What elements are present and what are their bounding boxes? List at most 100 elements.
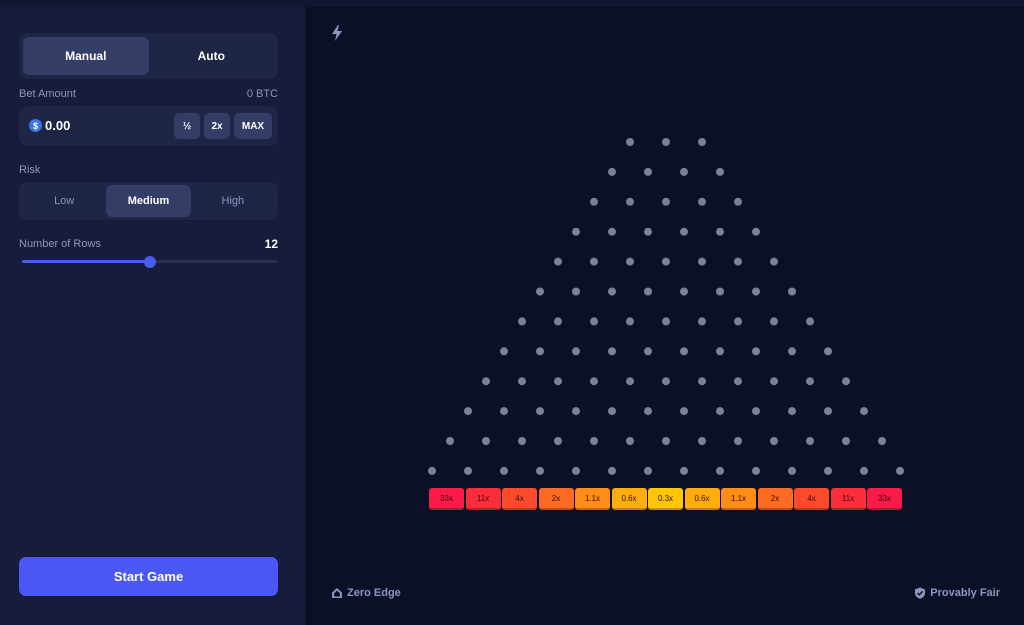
peg (482, 437, 490, 445)
peg (626, 138, 634, 146)
peg (734, 317, 742, 326)
risk-low-button[interactable]: Low (22, 185, 106, 217)
peg (662, 197, 670, 206)
peg (698, 437, 706, 445)
peg (752, 287, 760, 296)
multiplier-bucket: 11x (465, 488, 501, 510)
peg (572, 287, 580, 296)
multiplier-bucket: 2x (757, 488, 793, 510)
peg (680, 347, 688, 356)
peg (806, 377, 814, 386)
peg (554, 377, 562, 386)
mode-toggle: Manual Auto (19, 33, 278, 79)
half-bet-button[interactable]: ½ (174, 113, 200, 139)
multiplier-bucket: 1.1x (575, 488, 610, 510)
peg (554, 317, 562, 326)
peg (734, 437, 742, 445)
peg (572, 466, 580, 475)
provably-fair-label: Provably Fair (930, 587, 1000, 599)
peg (608, 466, 616, 475)
peg (536, 287, 544, 296)
multiplier-bucket: 2x (538, 488, 574, 510)
multiplier-bucket: 33x (429, 488, 464, 510)
peg (680, 466, 688, 475)
peg (698, 197, 706, 206)
peg (572, 407, 580, 416)
peg (608, 287, 616, 296)
peg (464, 407, 472, 416)
double-bet-button[interactable]: 2x (204, 113, 230, 139)
peg (734, 377, 742, 386)
peg (824, 347, 832, 356)
shield-check-icon (915, 587, 926, 599)
rows-value: 12 (264, 237, 278, 251)
peg (860, 466, 868, 475)
peg (644, 287, 652, 296)
risk-medium-button[interactable]: Medium (106, 185, 191, 217)
risk-high-button[interactable]: High (191, 185, 275, 217)
peg (716, 287, 724, 296)
peg (752, 347, 760, 356)
peg (518, 317, 526, 326)
peg (626, 437, 634, 445)
peg (680, 287, 688, 296)
peg (446, 437, 454, 445)
bet-crypto-value: 0 BTC (246, 88, 278, 100)
peg (662, 437, 670, 445)
bet-amount-label: Bet Amount (19, 88, 76, 100)
peg (518, 377, 526, 386)
multiplier-bucket: 4x (794, 488, 829, 510)
multiplier-bucket: 1.1x (721, 488, 756, 510)
multiplier-row: 33x 11x 4x 2x 1.1x 0.6x 0.3x 0.6x 1.1x 2x 4x 11x 33x (429, 488, 903, 511)
peg (518, 437, 526, 445)
peg (770, 317, 778, 326)
peg (878, 437, 886, 445)
peg (716, 407, 724, 416)
peg (572, 347, 580, 356)
peg (716, 466, 724, 475)
peg (590, 377, 598, 386)
provably-fair-link[interactable]: Provably Fair (914, 587, 1000, 599)
peg (554, 257, 562, 266)
peg (590, 197, 598, 206)
rows-slider[interactable] (22, 256, 277, 268)
plinko-board: 33x 11x 4x 2x 1.1x 0.6x 0.3x 0.6x 1.1x 2x 4x 11x 33x… (305, 7, 1024, 625)
peg (788, 287, 796, 296)
peg (644, 227, 652, 236)
peg (788, 466, 796, 475)
peg (644, 167, 652, 176)
start-game-button[interactable]: Start Game (19, 557, 278, 596)
peg (788, 347, 796, 356)
control-panel: Manual Auto Bet Amount 0 BTC $ 0.00 ½ 2x… (0, 7, 305, 625)
zero-edge-link[interactable]: Zero Edge (331, 587, 401, 599)
peg (860, 407, 868, 416)
peg (536, 407, 544, 416)
peg (500, 407, 508, 416)
peg (536, 347, 544, 356)
peg (662, 138, 670, 146)
peg (464, 466, 472, 475)
auto-tab[interactable]: Auto (149, 37, 275, 75)
peg (662, 317, 670, 326)
peg (644, 347, 652, 356)
zero-edge-label: Zero Edge (347, 587, 401, 599)
multiplier-bucket: 33x (867, 488, 902, 510)
peg (644, 407, 652, 416)
peg (770, 377, 778, 386)
max-bet-button[interactable]: MAX (234, 113, 272, 139)
home-icon (332, 588, 342, 598)
peg (734, 257, 742, 266)
multiplier-bucket: 0.6x (611, 488, 647, 510)
peg (428, 466, 436, 475)
peg (608, 227, 616, 236)
peg (770, 437, 778, 445)
peg (698, 257, 706, 266)
peg (554, 437, 562, 445)
bet-amount-value[interactable]: 0.00 (45, 118, 70, 133)
slider-thumb[interactable] (143, 256, 156, 268)
bet-amount-input[interactable]: $ 0.00 ½ 2x MAX (19, 106, 278, 146)
manual-tab[interactable]: Manual (23, 37, 149, 75)
peg (842, 377, 850, 386)
peg (734, 197, 742, 206)
peg (698, 138, 706, 146)
